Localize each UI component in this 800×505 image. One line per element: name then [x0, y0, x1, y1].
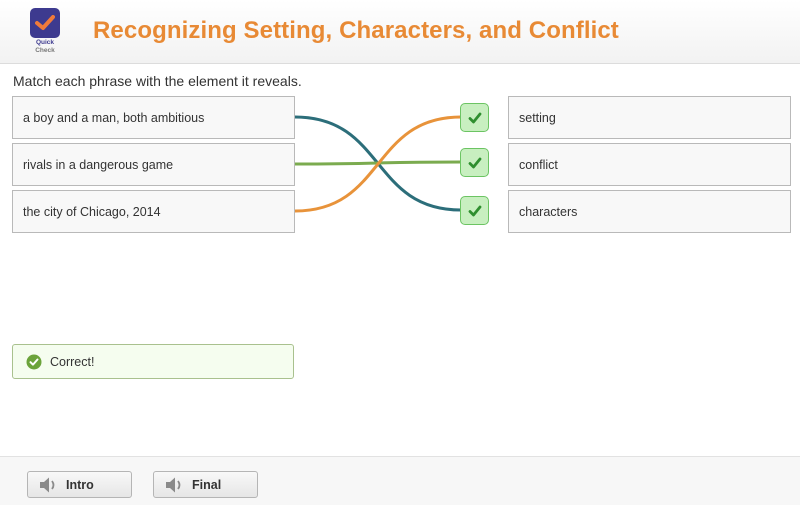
intro-audio-button[interactable]: Intro — [27, 471, 132, 498]
logo-badge — [30, 8, 60, 38]
instructions: Match each phrase with the element it re… — [13, 73, 302, 89]
correct-marker — [460, 196, 489, 225]
speaker-icon — [166, 477, 181, 492]
element-label: conflict — [519, 157, 558, 172]
final-label: Final — [192, 477, 222, 492]
speaker-icon — [40, 477, 55, 492]
connection-line — [294, 160, 462, 166]
page-title: Recognizing Setting, Characters, and Con… — [93, 17, 619, 44]
element-label: setting — [519, 110, 556, 125]
checkmark-icon — [468, 157, 481, 168]
intro-label: Intro — [66, 477, 94, 492]
phrase-label: a boy and a man, both ambitious — [23, 110, 205, 125]
correct-marker — [460, 148, 489, 177]
feedback-banner: Correct! — [12, 344, 294, 379]
checkmark-icon — [468, 112, 481, 123]
checkmark-icon — [468, 205, 481, 216]
correct-marker — [460, 103, 489, 132]
connection-line — [294, 115, 462, 213]
checkmark-icon — [35, 15, 55, 30]
phrase-card[interactable]: the city of Chicago, 2014 — [12, 190, 295, 233]
final-audio-button[interactable]: Final — [153, 471, 258, 498]
element-card[interactable]: conflict — [508, 143, 791, 186]
connection-line — [294, 115, 462, 212]
logo-text-line2: Check — [35, 47, 55, 54]
quick-check-logo: Quick Check — [30, 8, 60, 58]
phrase-card[interactable]: a boy and a man, both ambitious — [12, 96, 295, 139]
phrase-label: the city of Chicago, 2014 — [23, 204, 161, 219]
footer: Intro Final — [0, 456, 800, 505]
element-card[interactable]: setting — [508, 96, 791, 139]
phrase-card[interactable]: rivals in a dangerous game — [12, 143, 295, 186]
element-label: characters — [519, 204, 578, 219]
feedback-text: Correct! — [50, 354, 95, 369]
check-circle-icon — [26, 354, 42, 369]
header: Quick Check Recognizing Setting, Charact… — [0, 0, 800, 64]
element-card[interactable]: characters — [508, 190, 791, 233]
phrase-label: rivals in a dangerous game — [23, 157, 174, 172]
logo-text-line1: Quick — [35, 39, 55, 46]
